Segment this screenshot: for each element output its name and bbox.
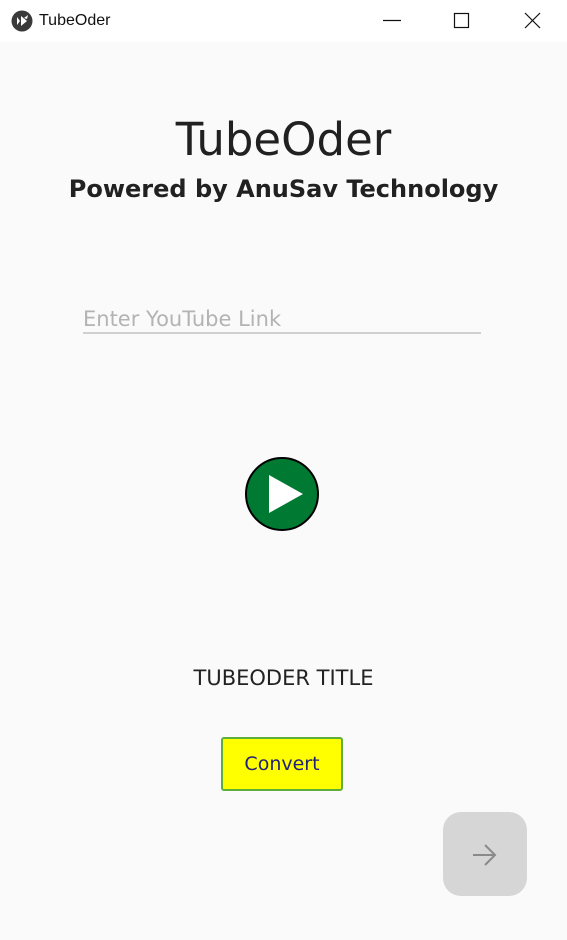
maximize-button[interactable] <box>438 0 484 42</box>
close-button[interactable] <box>509 0 555 42</box>
app-subtitle: Powered by AnuSav Technology <box>68 175 499 203</box>
next-button[interactable] <box>443 812 527 896</box>
arrow-right-icon <box>473 844 497 866</box>
close-icon <box>524 12 541 29</box>
app-title: TubeOder <box>175 113 392 166</box>
maximize-icon <box>453 12 470 29</box>
youtube-link-input[interactable] <box>83 306 481 334</box>
convert-button[interactable]: Convert <box>221 737 343 791</box>
minimize-icon <box>383 19 401 22</box>
minimize-button[interactable] <box>369 0 415 42</box>
kivy-app-icon <box>11 10 33 32</box>
video-title: TUBEODER TITLE <box>193 666 374 690</box>
play-button[interactable] <box>244 456 322 534</box>
window-title: TubeOder <box>39 12 111 29</box>
play-icon <box>245 457 319 531</box>
window-titlebar: TubeOder <box>0 0 567 42</box>
